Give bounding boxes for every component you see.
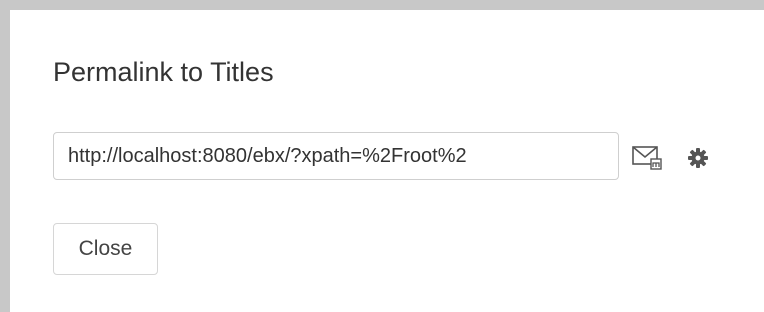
frame-border-left [0,0,10,312]
close-button[interactable]: Close [53,223,158,275]
permalink-dialog: Permalink to Titles C [10,10,764,312]
frame-border-top [0,0,764,10]
mail-link-button[interactable] [630,142,664,172]
window-frame: Permalink to Titles C [0,0,764,312]
permalink-url-field[interactable] [53,132,619,180]
mail-link-icon [632,146,662,170]
gear-icon [688,148,708,168]
settings-button[interactable] [686,146,710,170]
dialog-title: Permalink to Titles [53,57,274,87]
